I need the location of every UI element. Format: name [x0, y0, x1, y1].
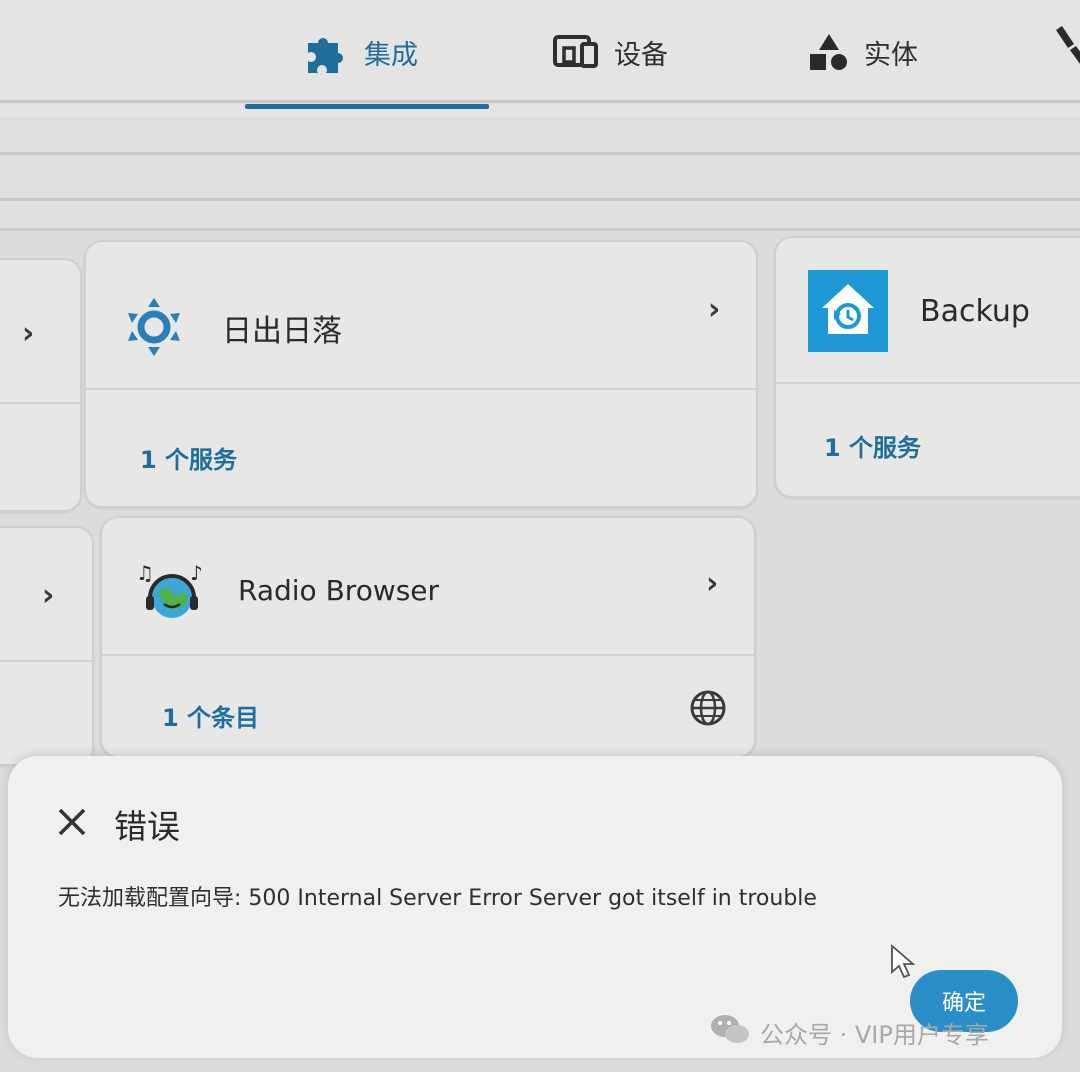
wrench-icon[interactable]	[1056, 22, 1080, 70]
chevron-right-icon[interactable]: ›	[706, 566, 718, 601]
divider	[0, 100, 1080, 103]
chevron-right-icon[interactable]: ›	[708, 292, 720, 327]
tab-devices-label: 设备	[614, 39, 668, 71]
divider	[0, 228, 1080, 231]
watermark: 公众号 · VIP用户专享	[710, 1012, 989, 1052]
filter-bar	[0, 120, 1080, 230]
tab-devices[interactable]: 设备	[552, 30, 668, 74]
integration-card-sun[interactable]: 日出日落 › 1 个服务	[84, 240, 758, 508]
integration-card-partial[interactable]: ›	[0, 526, 94, 766]
watermark-text: 公众号 · VIP用户专享	[760, 1020, 989, 1049]
chevron-right-icon: ›	[42, 578, 55, 613]
card-services-link[interactable]: 1 个服务	[140, 440, 237, 475]
chevron-right-icon: ›	[22, 316, 35, 351]
globe-icon	[688, 688, 728, 732]
card-title: Backup	[920, 294, 1030, 329]
shapes-icon	[808, 32, 850, 72]
active-tab-indicator	[245, 104, 489, 109]
close-icon[interactable]	[52, 802, 92, 842]
integration-card-backup[interactable]: Backup 1 个服务	[774, 236, 1080, 498]
card-title: 日出日落	[222, 314, 342, 349]
mouse-cursor-icon	[890, 944, 918, 984]
card-title: Radio Browser	[238, 574, 440, 607]
tab-integrations-label: 集成	[364, 39, 418, 71]
error-message: 无法加载配置向导: 500 Internal Server Error Serv…	[58, 886, 817, 911]
card-services-link[interactable]: 1 个服务	[824, 428, 921, 463]
tab-integrations[interactable]: 集成	[304, 30, 418, 74]
divider	[0, 152, 1080, 155]
devices-icon	[552, 34, 600, 70]
tab-entities[interactable]: 实体	[808, 30, 918, 74]
svg-text:♪: ♪	[190, 561, 203, 585]
integration-card-partial[interactable]: ›	[0, 258, 82, 512]
puzzle-icon	[304, 29, 350, 75]
sun-icon	[124, 294, 184, 364]
backup-icon	[808, 270, 888, 352]
radio-browser-icon: ♫ ♪	[136, 558, 208, 628]
svg-text:♫: ♫	[136, 561, 154, 585]
wechat-icon	[710, 1012, 750, 1052]
dialog-title: 错误	[114, 807, 180, 846]
card-entries-link[interactable]: 1 个条目	[162, 698, 259, 733]
divider	[0, 198, 1080, 201]
tab-entities-label: 实体	[864, 39, 918, 71]
integration-card-radio-browser[interactable]: ♫ ♪ Radio Browser › 1 个条目	[100, 516, 756, 758]
